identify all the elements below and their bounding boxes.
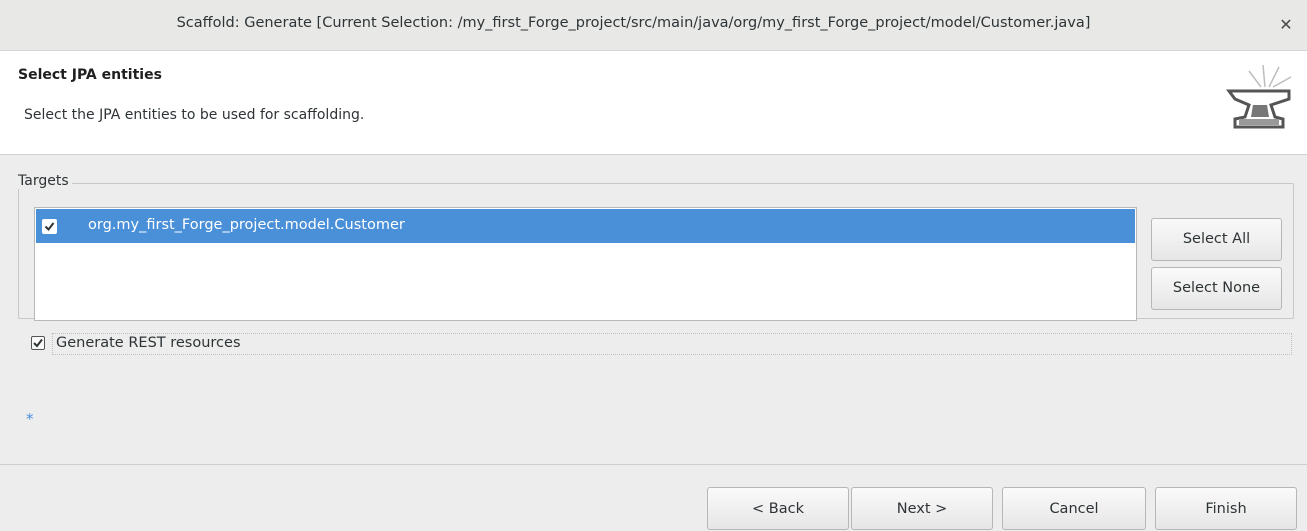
targets-group-label: Targets (18, 173, 72, 189)
finish-button[interactable]: Finish (1155, 487, 1297, 530)
required-marker: * (26, 410, 34, 428)
target-label: org.my_first_Forge_project.model.Custome… (88, 217, 405, 233)
close-icon[interactable]: ✕ (1273, 12, 1299, 38)
next-button[interactable]: Next > (851, 487, 993, 530)
generate-rest-checkbox[interactable] (31, 336, 45, 350)
page-description: Select the JPA entities to be used for s… (24, 107, 365, 123)
target-checkbox[interactable] (42, 219, 57, 234)
targets-list[interactable]: org.my_first_Forge_project.model.Custome… (34, 207, 1137, 321)
check-icon (33, 338, 43, 348)
window-title: Scaffold: Generate [Current Selection: /… (176, 15, 1091, 31)
wizard-header: Select JPA entities Select the JPA entit… (0, 51, 1307, 155)
anvil-icon (1226, 64, 1292, 129)
list-item[interactable]: org.my_first_Forge_project.model.Custome… (36, 209, 1135, 243)
page-title: Select JPA entities (18, 67, 162, 83)
select-none-button[interactable]: Select None (1151, 267, 1282, 310)
generate-rest-option[interactable]: Generate REST resources (30, 333, 1292, 357)
check-icon (44, 222, 55, 232)
cancel-button[interactable]: Cancel (1002, 487, 1146, 530)
back-button[interactable]: < Back (707, 487, 849, 530)
generate-rest-label: Generate REST resources (56, 335, 241, 351)
footer-divider (0, 464, 1307, 465)
title-bar: Scaffold: Generate [Current Selection: /… (0, 0, 1307, 51)
select-all-button[interactable]: Select All (1151, 218, 1282, 261)
